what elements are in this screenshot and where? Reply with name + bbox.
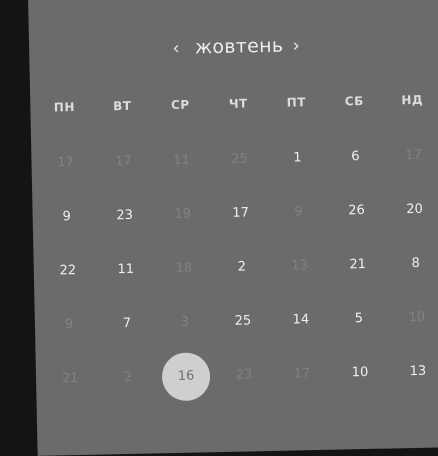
day-cell[interactable]: 26 [336,199,376,224]
day-cell[interactable]: 25 [223,309,263,334]
chevron-right-icon: › [292,35,300,57]
day-cell[interactable]: 23 [104,204,144,229]
day-cell[interactable]: 21 [338,253,378,278]
day-cell[interactable]: 11 [106,258,146,283]
day-cell-outside-month[interactable]: 25 [219,147,259,172]
day-cell-outside-month[interactable]: 11 [161,148,201,173]
weekday-label: ПН [53,100,76,115]
day-cell[interactable]: 20 [394,198,434,223]
day-cell-outside-month[interactable]: 17 [45,151,85,176]
day-cell[interactable]: 5 [339,307,379,332]
day-cell-outside-month[interactable]: 9 [49,313,89,338]
weekday-label: ВТ [113,98,132,114]
calendar-panel: ‹ жовтень › ПН ВТ СР ЧТ ПТ СБ НД 17 17 11 25 1 6 17 9… [28,0,438,456]
day-cell-outside-month[interactable]: 18 [164,256,204,281]
weekday-label: НД [401,92,424,108]
day-cell-outside-month[interactable]: 21 [50,367,90,392]
weekday-label: СР [170,97,190,113]
day-cell[interactable]: 6 [335,145,375,170]
next-month-button[interactable]: › [287,32,306,60]
day-cell-outside-month[interactable]: 17 [282,362,322,387]
day-cell-outside-month[interactable]: 17 [393,144,433,169]
weekday-label: СБ [344,93,364,109]
day-cell-outside-month[interactable]: 13 [280,254,320,279]
day-cell-outside-month[interactable]: 23 [224,363,264,388]
prev-month-button[interactable]: ‹ [167,35,186,63]
weekday-label: ЧТ [228,96,248,111]
day-cell[interactable]: 7 [107,312,147,337]
day-cell[interactable]: 1 [277,146,317,171]
day-cell-outside-month[interactable]: 19 [162,202,202,227]
day-cell[interactable]: 9 [46,205,86,230]
day-cell-outside-month[interactable]: 17 [103,150,143,175]
chevron-left-icon: ‹ [172,37,180,59]
day-cell[interactable]: 22 [48,259,88,284]
day-cell-outside-month[interactable]: 2 [108,366,148,391]
day-cell[interactable]: 13 [398,359,438,384]
day-cell[interactable]: 17 [220,201,260,226]
day-cell[interactable]: 8 [395,252,435,277]
day-cell[interactable]: 14 [281,308,321,333]
day-cell-outside-month[interactable]: 10 [397,306,437,331]
day-cell-outside-month[interactable]: 3 [165,310,205,335]
weekday-label: ПТ [286,95,307,110]
day-cell-outside-month[interactable]: 9 [278,200,318,225]
day-cell-selected[interactable]: 16 [161,352,211,402]
day-cell[interactable]: 2 [222,255,262,280]
day-cell[interactable]: 10 [340,361,380,386]
month-title: жовтень [194,34,284,59]
